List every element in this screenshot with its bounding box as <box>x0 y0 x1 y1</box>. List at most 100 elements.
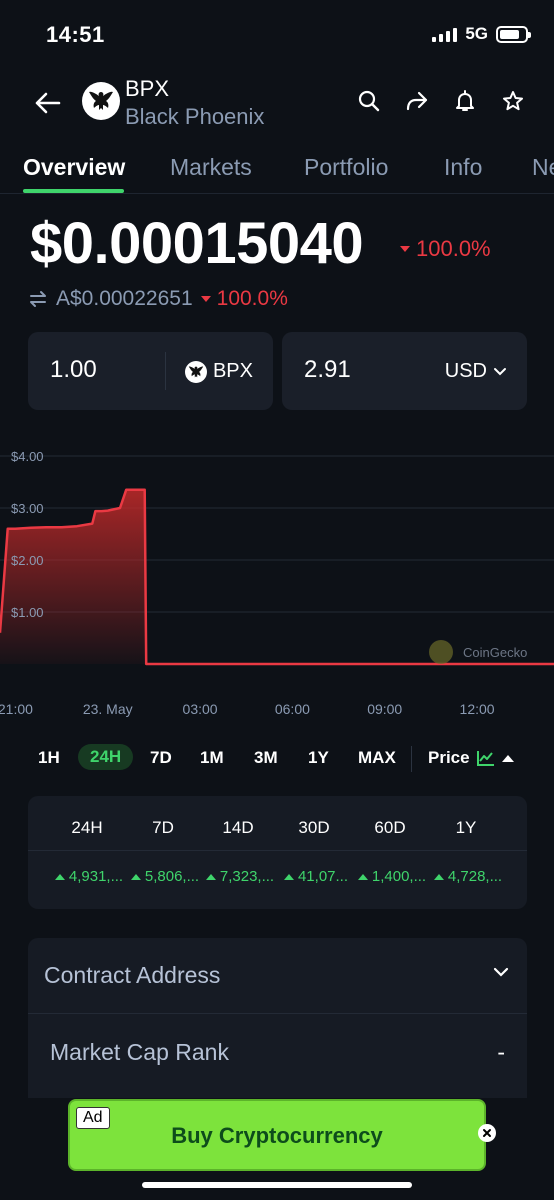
caret-up-icon <box>130 873 141 880</box>
share-button[interactable] <box>404 88 430 114</box>
perf-value-14d: 7,323,... <box>201 868 279 885</box>
alert-button[interactable] <box>452 88 478 114</box>
caret-up-icon <box>433 873 444 880</box>
tab-bar: Overview Markets Portfolio Info Ne <box>0 140 554 194</box>
perf-value-text: 1,400,... <box>371 868 427 885</box>
caret-up-icon <box>501 754 514 762</box>
caret-up-icon <box>357 873 368 880</box>
market-cap-rank-label: Market Cap Rank <box>50 1039 229 1065</box>
contract-address-label: Contract Address <box>44 962 221 988</box>
line-chart-icon <box>476 751 494 766</box>
info-card: Contract Address Market Cap Rank - <box>28 938 527 1098</box>
perf-value-1y: 4,728,... <box>429 868 507 885</box>
battery-icon <box>496 25 531 43</box>
perf-value-7d: 5,806,... <box>126 868 204 885</box>
coin-header: BPX Black Phoenix <box>0 72 554 134</box>
fiat-amount-input[interactable]: 2.91 <box>304 356 351 384</box>
x-tick-label: 06:00 <box>275 701 310 717</box>
tab-info[interactable]: Info <box>444 154 482 181</box>
perf-value-text: 5,806,... <box>144 868 200 885</box>
alt-price-row: A$0.00022651 100.0% <box>28 287 288 311</box>
coin-amount-input[interactable]: 1.00 <box>50 356 97 384</box>
coin-unit: BPX <box>184 360 253 383</box>
y-tick-label: $1.00 <box>11 605 44 620</box>
active-tab-indicator <box>23 189 124 193</box>
caret-up-icon <box>283 873 294 880</box>
perf-value-text: 4,931,... <box>68 868 124 885</box>
network-type: 5G <box>465 24 488 43</box>
converter-fiat-box[interactable]: 2.91 USD <box>282 332 527 410</box>
caret-up-icon <box>54 873 65 880</box>
arrow-left-icon <box>35 92 61 114</box>
perf-value-text: 7,323,... <box>219 868 275 885</box>
coingecko-logo-icon <box>429 640 453 664</box>
range-max[interactable]: MAX <box>358 748 396 768</box>
favorite-button[interactable] <box>500 88 526 114</box>
market-cap-rank-row: Market Cap Rank - <box>28 1015 527 1091</box>
range-1h[interactable]: 1H <box>38 748 60 768</box>
range-1m[interactable]: 1M <box>200 748 224 768</box>
tab-portfolio[interactable]: Portfolio <box>304 154 388 181</box>
alt-price-change-value: 100.0% <box>216 287 288 310</box>
share-icon <box>406 91 428 111</box>
price-chart[interactable]: CoinGecko $4.00 $3.00 $2.00 $1.00 21:00 23. M… <box>0 430 554 730</box>
x-tick-label: 09:00 <box>367 701 402 717</box>
status-indicators: 5G <box>432 24 531 44</box>
swap-icon[interactable] <box>28 290 48 308</box>
search-button[interactable] <box>356 88 382 114</box>
chart-mode-label: Price <box>428 748 470 767</box>
y-tick-label: $2.00 <box>11 553 44 568</box>
header-actions <box>356 88 526 114</box>
coin-name: Black Phoenix <box>125 104 265 129</box>
perf-header-14d: 14D <box>222 818 254 837</box>
home-indicator <box>142 1182 412 1188</box>
divider <box>28 850 527 851</box>
tab-overview[interactable]: Overview <box>23 154 125 181</box>
alt-price: A$0.00022651 <box>56 287 193 310</box>
range-3m[interactable]: 3M <box>254 748 278 768</box>
perf-header-24h: 24H <box>71 818 103 837</box>
watermark-label: CoinGecko <box>463 645 527 660</box>
x-tick-label: 03:00 <box>183 701 218 717</box>
range-7d[interactable]: 7D <box>150 748 172 768</box>
close-icon <box>483 1129 491 1137</box>
back-button[interactable] <box>30 86 64 120</box>
status-time: 14:51 <box>46 22 105 47</box>
divider <box>411 746 412 772</box>
phoenix-logo-icon <box>89 91 113 110</box>
y-tick-label: $3.00 <box>11 501 44 516</box>
ad-text: Buy Cryptocurrency <box>171 1123 383 1148</box>
performance-table: 24H 7D 14D 30D 60D 1Y 4,931,... 5,806,..… <box>28 796 527 909</box>
performance-header-row: 24H 7D 14D 30D 60D 1Y <box>28 818 527 842</box>
currency-label: USD <box>444 360 487 382</box>
ad-close-button[interactable] <box>478 1124 496 1142</box>
tab-news[interactable]: Ne <box>532 154 554 181</box>
caret-up-icon <box>205 873 216 880</box>
coin-symbol: BPX <box>125 76 170 101</box>
perf-value-text: 4,728,... <box>447 868 503 885</box>
alt-price-change: 100.0% <box>200 287 288 311</box>
contract-address-row[interactable]: Contract Address <box>28 938 527 1014</box>
converter-coin-box[interactable]: 1.00 BPX <box>28 332 273 410</box>
caret-down-icon <box>400 246 410 252</box>
price-area <box>0 489 554 664</box>
range-24h[interactable]: 24H <box>78 744 134 770</box>
perf-header-1y: 1Y <box>455 818 477 837</box>
chevron-down-icon <box>494 367 506 375</box>
range-1y[interactable]: 1Y <box>308 748 329 768</box>
x-tick-label: 21:00 <box>0 701 33 717</box>
perf-header-7d: 7D <box>152 818 174 837</box>
currency-select[interactable]: USD <box>445 360 507 383</box>
bell-icon <box>456 90 474 111</box>
perf-value-30d: 41,07... <box>277 868 355 885</box>
chart-mode-toggle[interactable]: Price <box>428 748 514 768</box>
ad-banner[interactable]: Ad Buy Cryptocurrency <box>68 1099 486 1171</box>
performance-value-row: 4,931,... 5,806,... 7,323,... 41,07... 1… <box>28 868 527 892</box>
perf-value-60d: 1,400,... <box>353 868 431 885</box>
star-icon <box>503 91 523 111</box>
coin-logo <box>82 82 120 120</box>
tab-markets[interactable]: Markets <box>170 154 252 181</box>
price-change: 100.0% <box>400 236 491 262</box>
caret-down-icon <box>200 296 211 302</box>
perf-value-24h: 4,931,... <box>50 868 128 885</box>
